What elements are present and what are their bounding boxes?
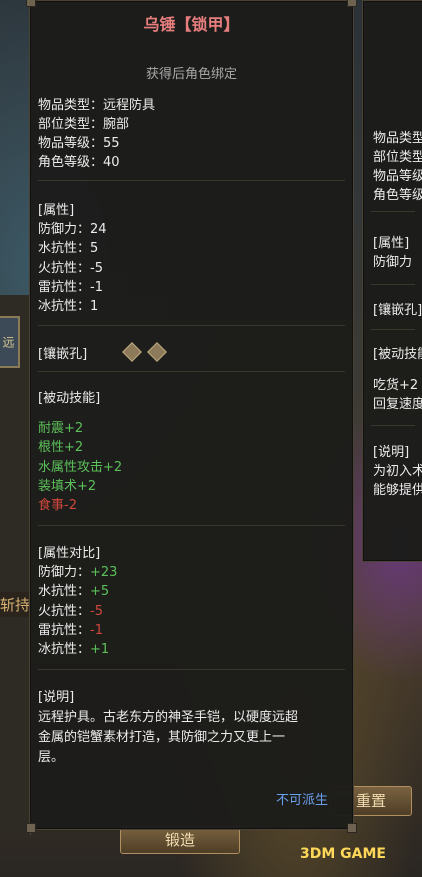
background-panel [0,295,31,835]
left-item-icon[interactable]: 远 [0,316,20,368]
compare-tooltip: 物品类型 部位类型 物品等级 角色等级 [属性] 防御力 [镶嵌孔] [被动技能… [362,0,422,562]
skill-item: 食事-2 [38,498,77,513]
side-desc-header: [说明] [373,445,410,460]
corner-ornament [26,823,36,833]
attr-row: 防御力：24 [38,222,107,237]
socket-slots [122,342,170,363]
forge-button[interactable]: 锻造 [120,826,240,854]
corner-ornament [347,823,357,833]
corner-ornament [347,0,357,7]
compare-row: 冰抗性：+1 [38,642,110,657]
compare-row: 水抗性：+5 [38,584,110,599]
compare-row: 雷抗性：-1 [38,623,103,638]
skill-item: 装填术+2 [38,479,97,494]
skill-item: 水属性攻击+2 [38,460,123,475]
basic-row: 物品类型：远程防具 [38,98,156,113]
left-panel-text: 斩持 [0,592,33,617]
attr-row: 水抗性：5 [38,241,99,256]
socket-gem-icon [147,342,167,362]
desc-line: 层。 [38,750,65,765]
basic-row: 物品等级：55 [38,136,120,151]
divider [38,525,345,526]
socket-header: [镶嵌孔] [38,347,88,362]
attr-row: 火抗性：-5 [38,261,103,276]
side-skill-0: 吃货+2 [373,378,419,393]
skill-item: 根性+2 [38,440,84,455]
basic-row: 部位类型：腕部 [38,117,130,132]
attr-row: 冰抗性：1 [38,299,99,314]
skill-item: 耐震+2 [38,421,84,436]
compare-row: 火抗性：-5 [38,604,103,619]
basic-row: 角色等级：40 [38,155,120,170]
divider [38,669,345,670]
side-skill-1: 回复速度 [373,397,422,412]
divider [38,371,345,372]
divider [38,325,345,326]
side-attr-line: 防御力 [373,255,413,270]
attr-row: 雷抗性：-1 [38,280,103,295]
side-basic-1: 部位类型 [373,150,422,165]
side-attr-header: [属性] [373,236,410,251]
corner-ornament [26,0,36,7]
compare-header: [属性对比] [38,546,101,561]
socket-gem-icon [122,342,142,362]
skill-header: [被动技能] [38,391,101,406]
bind-notice: 获得后角色绑定 [145,67,237,82]
derive-status: 不可派生 [276,793,329,808]
divider [38,180,345,181]
side-socket-header: [镶嵌孔] [373,303,422,318]
side-skill-header: [被动技能] [373,347,422,362]
side-basic-2: 物品等级 [373,169,422,184]
side-basic-3: 角色等级 [373,188,422,203]
desc-line: 金属的铠蟹素材打造，其防御之力又更上一 [38,730,286,745]
side-basic-0: 物品类型 [373,131,422,146]
item-title: 乌锤【锁甲】 [143,15,240,34]
side-desc-1: 能够提供 [373,483,422,498]
item-tooltip: 乌锤【锁甲】 获得后角色绑定 物品类型：远程防具 部位类型：腕部 物品等级：55… [26,0,357,833]
side-desc-0: 为初入术 [373,464,422,479]
compare-row: 防御力：+23 [38,565,118,580]
watermark-logo: 3DM GAME [300,846,386,862]
desc-header: [说明] [38,690,75,705]
attr-header: [属性] [38,203,75,218]
desc-line: 远程护具。古老东方的神圣手铠，以硬度远超 [38,710,299,725]
